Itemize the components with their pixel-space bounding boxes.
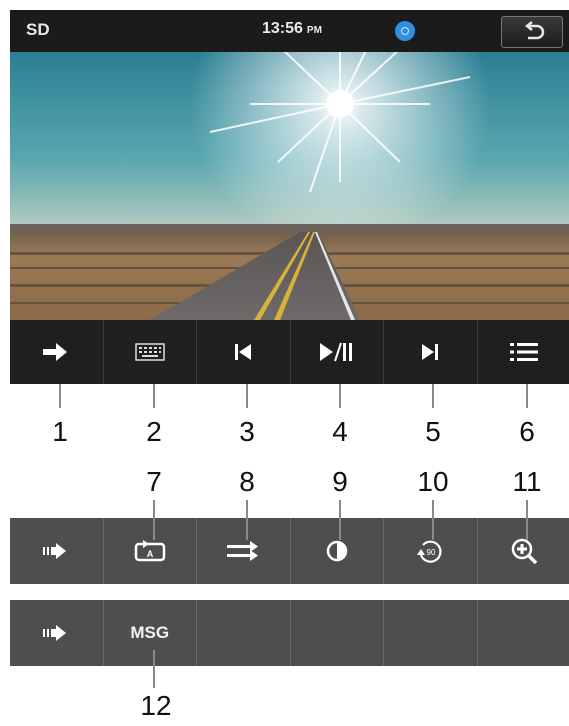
disc-icon [395,21,415,41]
callout-line [526,384,528,408]
rotate-label: 90 [427,548,436,557]
svg-text:A: A [147,549,154,559]
callout-line [153,650,155,688]
list-icon [509,343,538,361]
arrow-right-icon [43,543,67,559]
callout-line [246,500,248,540]
clock-ampm: PM [306,25,322,36]
repeat-button[interactable]: A [102,518,197,584]
play-pause-button[interactable] [289,320,384,384]
msg-label: MSG [130,623,170,642]
play-pause-icon [319,342,352,362]
shuffle-icon [227,541,259,561]
more-button[interactable] [10,600,103,666]
callout-line [432,384,434,408]
callout-4: 4 [332,416,348,447]
callout-line [339,384,341,408]
rotate-90-icon: 90 [417,540,442,563]
status-bar: SD 13:56 PM [10,10,569,52]
callout-line [246,384,248,408]
picture-adjust-button[interactable] [289,518,384,584]
more-button[interactable] [10,518,103,584]
next-button[interactable] [383,320,477,384]
source-label: SD [26,20,50,39]
repeat-a-icon: A [134,540,165,562]
control-bar-3: MSG [10,600,569,666]
msg-button[interactable]: MSG [102,600,197,666]
callout-3: 3 [239,416,255,447]
empty-slot [289,600,384,666]
skip-previous-icon [235,344,252,360]
empty-slot [196,600,290,666]
callout-line [153,384,155,408]
road-scene-image [10,52,569,320]
arrow-right-icon [43,343,68,361]
empty-slot [383,600,477,666]
more-button[interactable] [10,320,103,384]
callout-9: 9 [332,466,348,497]
callout-line [526,500,528,540]
control-bar-1 [10,320,569,384]
callout-line [59,384,61,408]
list-button[interactable] [476,320,569,384]
callout-1: 1 [52,416,68,447]
contrast-icon [326,540,347,562]
rotate-button[interactable]: 90 [383,518,477,584]
video-area[interactable] [10,52,569,320]
callout-7: 7 [146,466,162,497]
back-arrow-icon [524,21,545,40]
clock: 13:56 PM [262,20,322,38]
callout-8: 8 [239,466,255,497]
keyboard-button[interactable] [102,320,197,384]
callout-11: 11 [512,466,542,497]
callout-12: 12 [140,690,172,721]
callout-5: 5 [425,416,441,447]
previous-button[interactable] [196,320,290,384]
callout-line [153,500,155,540]
shuffle-button[interactable] [196,518,290,584]
arrow-right-icon [43,625,67,641]
callout-line [339,500,341,540]
callout-6: 6 [519,416,535,447]
empty-slot [476,600,569,666]
control-bar-2: A 90 [10,518,569,584]
zoom-in-icon [511,538,537,565]
callout-line [432,500,434,540]
clock-time: 13:56 [262,20,303,37]
zoom-button[interactable] [476,518,569,584]
keyboard-icon [135,343,165,361]
callout-10: 10 [417,466,449,497]
back-button[interactable] [501,16,563,48]
callout-2: 2 [146,416,162,447]
skip-next-icon [422,344,439,360]
